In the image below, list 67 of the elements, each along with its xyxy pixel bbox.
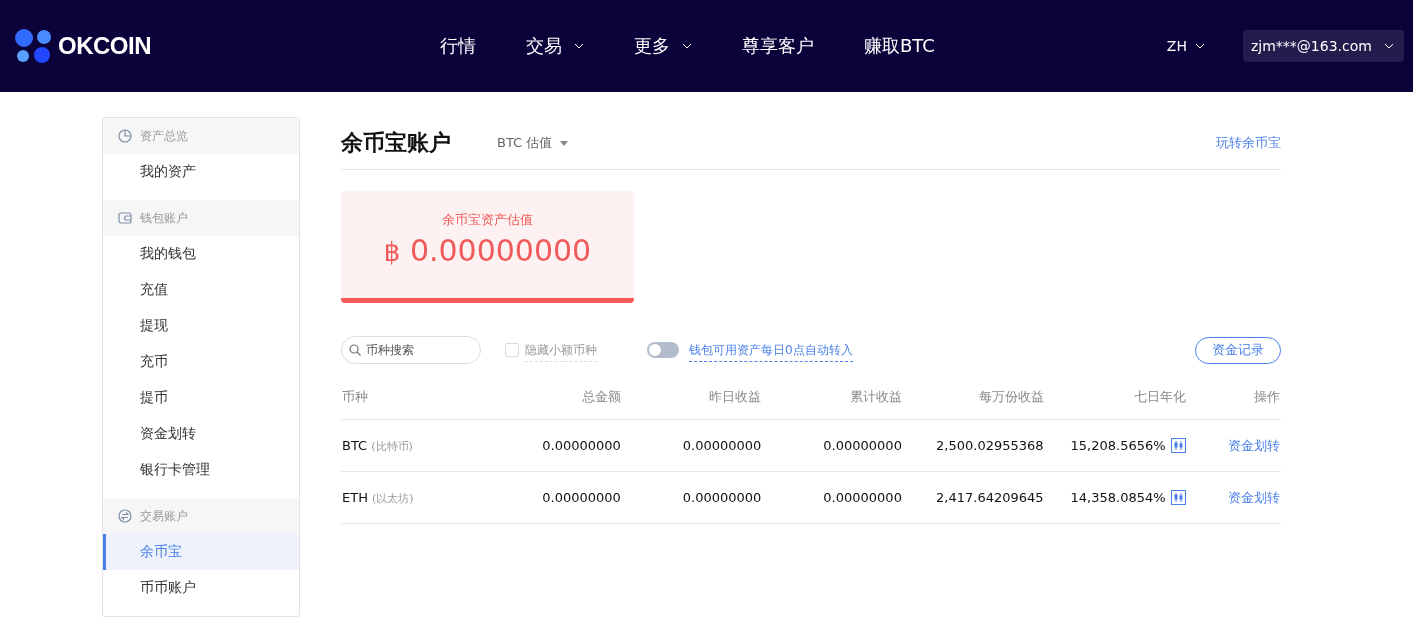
pie-chart-icon — [118, 129, 132, 143]
section-title: 交易账户 — [140, 507, 188, 525]
help-link[interactable]: 玩转余币宝 — [1216, 134, 1281, 152]
valuation-dropdown[interactable]: BTC 估值 — [497, 134, 569, 152]
summary-amount: ฿ 0.00000000 — [382, 233, 593, 268]
nav-link[interactable]: 赚取BTC — [864, 34, 935, 58]
nav-link[interactable]: 行情 — [440, 34, 476, 58]
exchange-icon — [118, 509, 132, 523]
page-title: 余币宝账户 — [341, 129, 451, 157]
coin-name: (以太坊) — [372, 491, 414, 505]
account-menu[interactable]: zjm***@163.com — [1243, 30, 1404, 62]
sidebar-item[interactable]: 提币 — [103, 380, 299, 416]
sidebar-item[interactable]: 提现 — [103, 308, 299, 344]
sidebar-item[interactable]: 银行卡管理 — [103, 452, 299, 488]
logo-text[interactable]: OKCOIN — [58, 32, 151, 60]
column-header: 昨日收益 — [621, 375, 763, 420]
coin-name: (比特币) — [371, 439, 413, 453]
records-button[interactable]: 资金记录 — [1195, 336, 1281, 364]
chevron-down-icon — [574, 43, 584, 49]
toggle-label: 钱包可用资产每日0点自动转入 — [689, 342, 853, 362]
table-cell: 15,208.5656% — [1070, 438, 1166, 453]
column-header: 币种 — [341, 375, 482, 420]
search-field[interactable]: 币种搜索 — [341, 336, 481, 364]
summary-label: 余币宝资产估值 — [441, 211, 534, 229]
table-cell: 0.00000000 — [542, 438, 621, 453]
table-cell: 0.00000000 — [823, 490, 902, 505]
chart-icon[interactable] — [1170, 490, 1186, 505]
chevron-down-icon — [1195, 43, 1205, 49]
chevron-down-icon — [682, 43, 692, 49]
table-cell: 2,500.02955368 — [936, 438, 1044, 453]
table-cell: 0.00000000 — [823, 438, 902, 453]
column-header: 每万份收益 — [902, 375, 1045, 420]
triangle-down-icon — [560, 140, 569, 146]
nav-link[interactable]: 尊享客户 — [742, 34, 814, 58]
search-icon — [349, 344, 361, 356]
sidebar-item[interactable]: 我的钱包 — [103, 236, 299, 272]
chart-icon[interactable] — [1170, 438, 1186, 453]
table-cell: 2,417.64209645 — [936, 490, 1044, 505]
sidebar-item[interactable]: 余币宝 — [103, 534, 299, 570]
section-title: 资产总览 — [140, 127, 188, 145]
checkbox-label: 隐藏小额币种 — [525, 342, 597, 362]
column-header: 七日年化 — [1044, 375, 1187, 420]
table-cell: 0.00000000 — [542, 490, 621, 505]
transfer-link[interactable]: 资金划转 — [1228, 437, 1280, 453]
logo-icon — [14, 28, 54, 64]
table-cell: 14,358.0854% — [1070, 490, 1166, 505]
language-selector[interactable]: ZH — [1166, 38, 1205, 54]
coin-symbol: ETH — [342, 489, 368, 505]
nav-link[interactable]: 交易 — [526, 34, 584, 58]
sidebar-item[interactable]: 充币 — [103, 344, 299, 380]
toggle-switch[interactable] — [647, 342, 679, 358]
sidebar-item[interactable]: 充值 — [103, 272, 299, 308]
table-cell: 0.00000000 — [682, 438, 762, 453]
sidebar-item[interactable]: 资金划转 — [103, 416, 299, 452]
coin-symbol: BTC — [342, 437, 368, 453]
column-header: 总金额 — [481, 375, 622, 420]
transfer-link[interactable]: 资金划转 — [1228, 489, 1280, 505]
checkbox[interactable] — [505, 343, 519, 357]
wallet-icon — [118, 211, 132, 225]
section-title: 钱包账户 — [140, 209, 188, 227]
sidebar-item[interactable]: 币币账户 — [103, 570, 299, 606]
chevron-down-icon — [1383, 43, 1394, 49]
column-header: 累计收益 — [762, 375, 903, 420]
nav-link[interactable]: 更多 — [634, 34, 692, 58]
table-cell: 0.00000000 — [682, 490, 762, 505]
sidebar-item[interactable]: 我的资产 — [103, 154, 299, 190]
column-header: 操作 — [1186, 375, 1281, 420]
